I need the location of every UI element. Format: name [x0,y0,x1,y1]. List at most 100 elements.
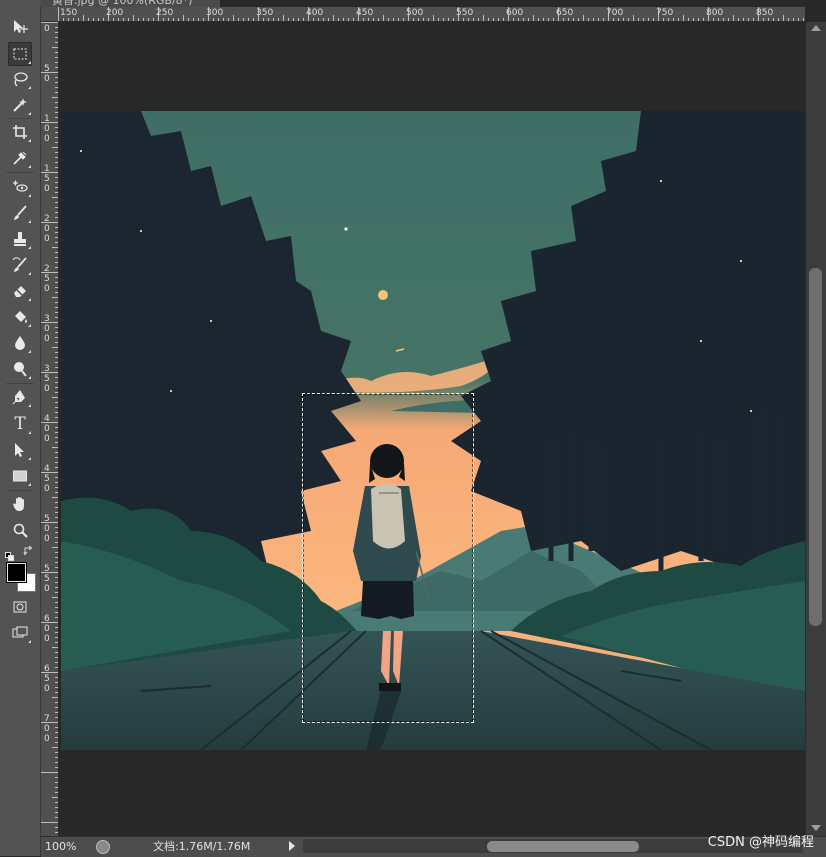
ruler-label: 350 [256,8,274,18]
ruler-label: 200 [106,8,124,18]
tool-submenu-indicator [28,640,31,643]
hand-icon [13,497,24,511]
status-info-icon[interactable] [96,840,110,854]
quick-mask-icon [13,601,27,613]
crop-tool[interactable] [9,121,31,143]
status-menu-arrow-icon[interactable] [289,841,295,851]
brush-icon [14,205,27,220]
type-icon: T [14,413,26,434]
blur-tool[interactable] [9,332,31,354]
ruler-label: 6 5 0 [44,664,50,694]
toolbar-separator [6,383,34,384]
default-colors-button[interactable] [5,546,14,561]
rectangle-tool[interactable] [9,465,31,487]
ruler-label: 1 0 0 [44,114,50,144]
swap-arrows-icon [23,545,33,556]
ruler-label: 400 [306,8,324,18]
ruler-label: 5 5 0 [44,564,50,594]
tool-submenu-indicator [28,61,31,64]
zoom-tool[interactable] [9,519,31,541]
foreground-color-swatch[interactable] [6,562,27,583]
crop-icon [13,125,27,139]
ruler-label: 4 0 0 [44,414,50,444]
stamp-icon [14,232,26,246]
ruler-label: 0 [44,24,50,34]
type-tool[interactable]: T [9,413,31,435]
tool-submenu-indicator [28,272,31,275]
path-selection-tool[interactable] [9,439,31,461]
ruler-origin[interactable] [41,7,59,22]
vertical-ruler[interactable]: 0 5 0 1 0 0 1 5 0 2 0 0 2 5 0 3 0 0 3 5 … [41,22,59,836]
history-brush-icon [12,257,27,272]
rectangular-marquee-tool[interactable] [8,42,32,66]
tool-submenu-indicator [28,139,31,142]
ruler-label: 250 [156,8,174,18]
tool-submenu-indicator [28,194,31,197]
tool-submenu-indicator [28,165,31,168]
toolbar-separator [6,118,34,119]
ruler-label: 4 5 0 [44,464,50,494]
clone-stamp-tool[interactable] [9,228,31,250]
ruler-label: 550 [456,8,474,18]
quick-mask-button[interactable] [9,596,31,618]
eyedropper-icon [13,151,27,165]
ruler-label: 5 0 0 [44,514,50,544]
paint-bucket-icon [15,311,27,323]
lasso-icon [14,72,28,87]
vertical-scroll-thumb[interactable] [809,268,822,626]
tool-submenu-indicator [28,404,31,407]
ruler-label: 850 [756,8,774,18]
scroll-up-arrow-icon[interactable] [811,25,821,31]
lasso-tool[interactable] [9,68,31,90]
ruler-label: 700 [606,8,624,18]
toolbar-separator [6,172,34,173]
ruler-label: 650 [556,8,574,18]
status-bar: 100% 文档:1.76M/1.76M CSDN @神码编程 [41,835,826,857]
tool-submenu-indicator [28,376,31,379]
horizontal-scroll-thumb[interactable] [487,841,639,852]
tool-submenu-indicator [28,86,31,89]
ruler-label: 500 [406,8,424,18]
move-icon [14,20,28,33]
move-tool[interactable] [9,16,31,38]
paint-bucket-tool[interactable] [9,306,31,328]
tool-submenu-indicator [28,457,31,460]
magic-wand-tool[interactable] [9,94,31,116]
healing-icon [13,180,28,192]
pen-icon [12,390,25,405]
screen-mode-button[interactable] [9,622,31,644]
ruler-label: 450 [356,8,374,18]
ruler-label: 3 0 0 [44,314,50,344]
history-brush-tool[interactable] [9,254,31,276]
spot-healing-tool[interactable] [9,176,31,198]
ruler-label: 750 [656,8,674,18]
brush-tool[interactable] [9,202,31,224]
tool-submenu-indicator [28,220,31,223]
ruler-label: 2 5 0 [44,264,50,294]
rectangle-icon [13,470,27,482]
document-canvas[interactable] [61,111,805,750]
eyedropper-tool[interactable] [9,147,31,169]
swap-colors-button[interactable] [23,545,34,556]
arrow-icon [15,443,24,457]
eraser-tool[interactable] [9,280,31,302]
watermark-text: CSDN @神码编程 [707,835,814,850]
drop-icon [15,336,25,350]
document-size-info: 文档:1.76M/1.76M [153,840,251,853]
hand-tool[interactable] [9,493,31,515]
ruler-label: 600 [506,8,524,18]
ruler-label: 3 5 0 [44,364,50,394]
dodge-tool[interactable] [9,358,31,380]
eraser-icon [14,286,26,297]
default-colors-icon [5,552,14,561]
tool-submenu-indicator [28,298,31,301]
horizontal-ruler[interactable]: 150 200 250 300 350 400 450 500 550 600 … [58,7,805,22]
tools-panel: T [0,0,41,856]
vertical-scrollbar[interactable] [805,22,826,836]
pen-tool[interactable] [9,386,31,408]
toolbar-separator [6,490,34,491]
tool-submenu-indicator [28,324,31,327]
tool-submenu-indicator [28,350,31,353]
zoom-level-field[interactable]: 100% [45,839,93,854]
ruler-label: 7 0 0 [44,714,50,744]
